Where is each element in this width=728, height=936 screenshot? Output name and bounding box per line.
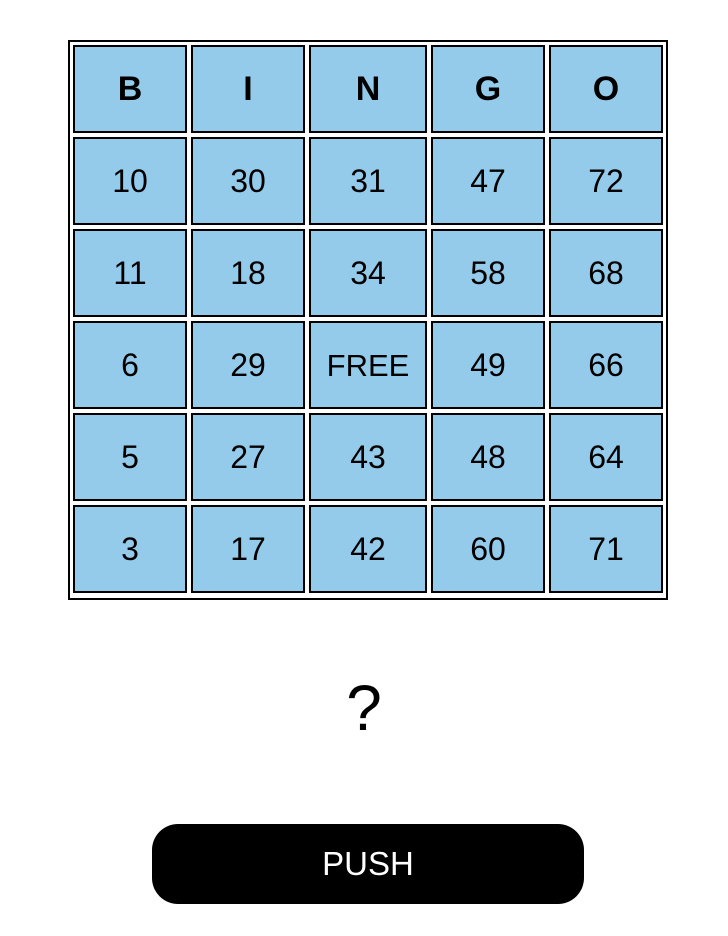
- bingo-cell: 71: [549, 505, 663, 593]
- push-button[interactable]: PUSH: [152, 824, 584, 904]
- header-o: O: [549, 45, 663, 133]
- bingo-cell: 17: [191, 505, 305, 593]
- bingo-cell: 31: [309, 137, 427, 225]
- bingo-cell: 6: [73, 321, 187, 409]
- bingo-cell: 27: [191, 413, 305, 501]
- bingo-cell: 34: [309, 229, 427, 317]
- bingo-cell: 18: [191, 229, 305, 317]
- bingo-cell: 3: [73, 505, 187, 593]
- bingo-cell: 64: [549, 413, 663, 501]
- bingo-cell: 60: [431, 505, 545, 593]
- bingo-cell: 30: [191, 137, 305, 225]
- bingo-cell: 42: [309, 505, 427, 593]
- header-i: I: [191, 45, 305, 133]
- bingo-cell: 66: [549, 321, 663, 409]
- header-n: N: [309, 45, 427, 133]
- bingo-cell: 5: [73, 413, 187, 501]
- bingo-cell: 47: [431, 137, 545, 225]
- bingo-cell: 29: [191, 321, 305, 409]
- bingo-cell: 11: [73, 229, 187, 317]
- bingo-cell: 72: [549, 137, 663, 225]
- header-g: G: [431, 45, 545, 133]
- header-b: B: [73, 45, 187, 133]
- bingo-board: B I N G O 10 30 31 47 72 11 18 34 58 68 …: [68, 40, 668, 600]
- free-space-cell: FREE: [309, 321, 427, 409]
- bingo-cell: 68: [549, 229, 663, 317]
- current-number-display: ?: [346, 672, 382, 744]
- bingo-grid: B I N G O 10 30 31 47 72 11 18 34 58 68 …: [73, 45, 663, 593]
- bingo-cell: 10: [73, 137, 187, 225]
- bingo-cell: 58: [431, 229, 545, 317]
- bingo-cell: 43: [309, 413, 427, 501]
- bingo-cell: 48: [431, 413, 545, 501]
- bingo-cell: 49: [431, 321, 545, 409]
